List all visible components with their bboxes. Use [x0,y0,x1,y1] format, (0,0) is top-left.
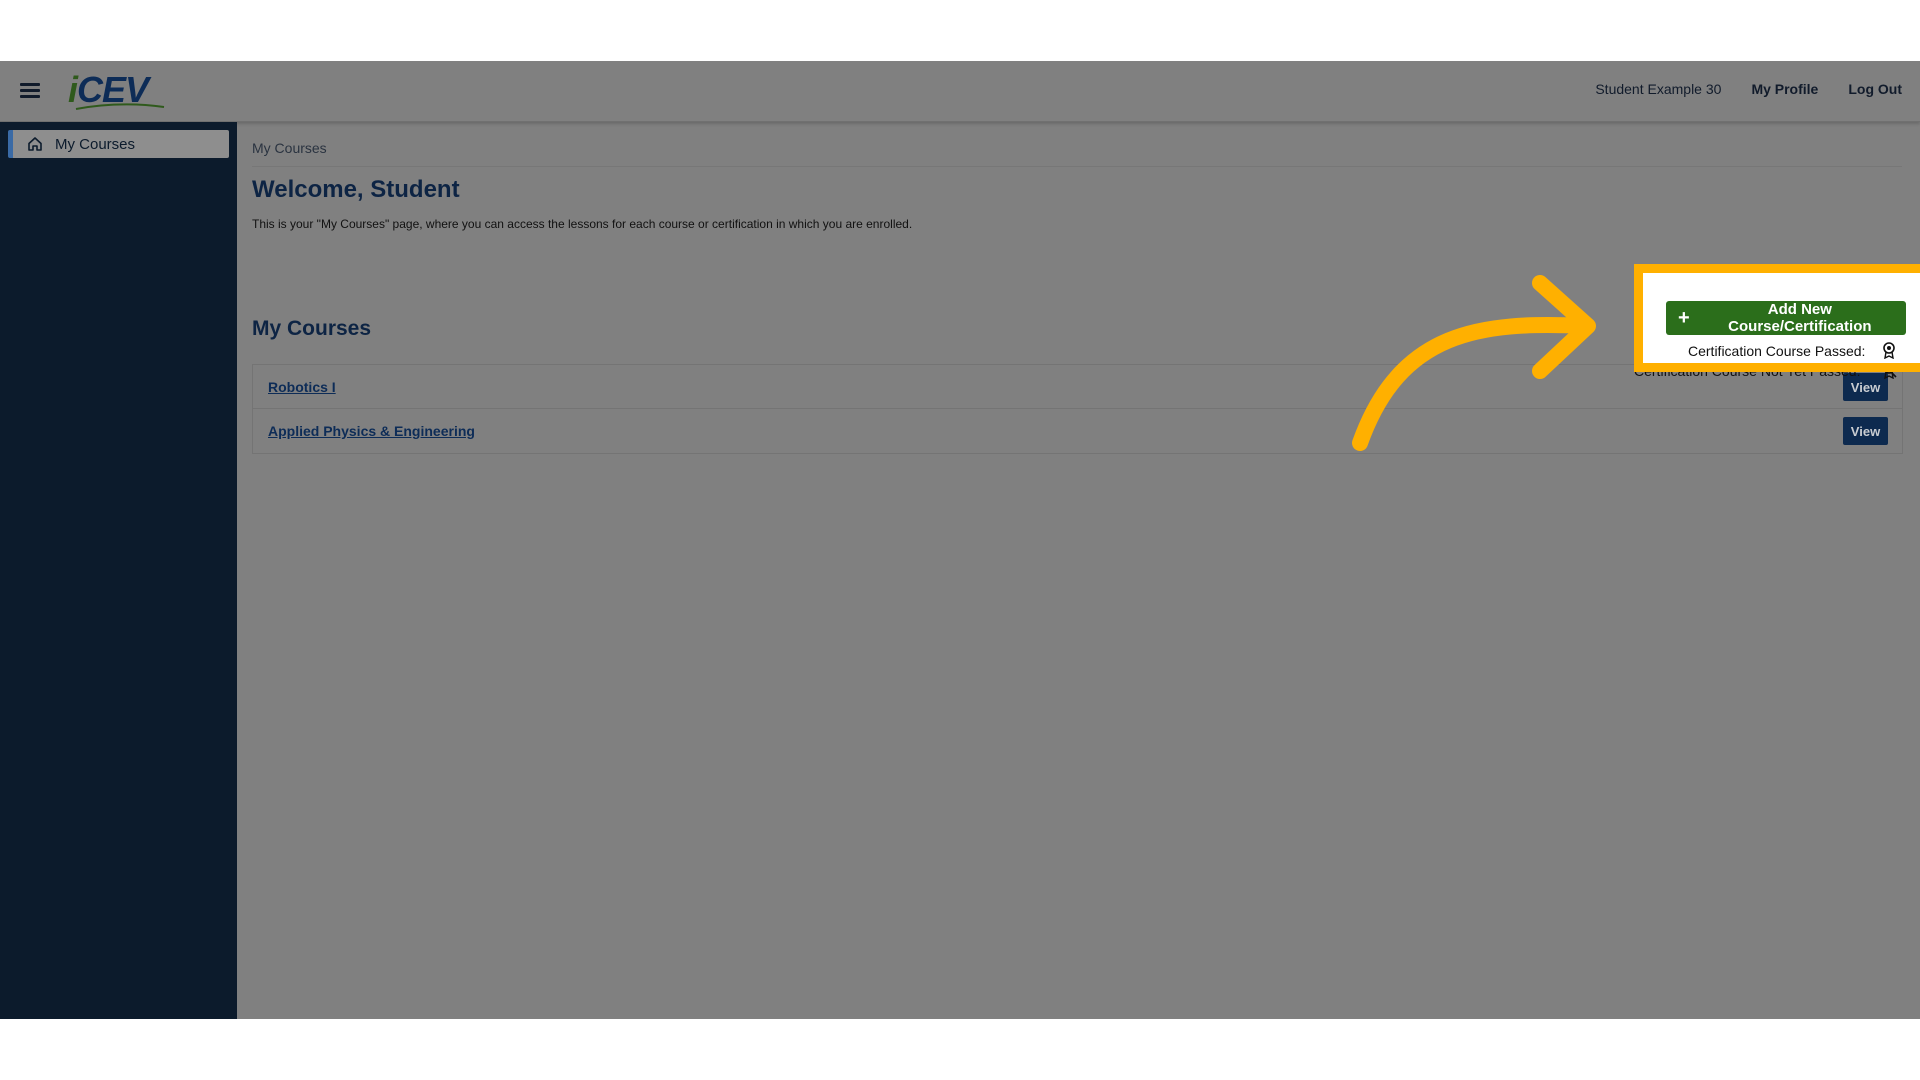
sidebar: My Courses [0,122,237,1019]
page-title: Welcome, Student [252,176,460,203]
main-content: My Courses Welcome, Student This is your… [237,122,1920,1019]
plus-icon: + [1678,307,1690,329]
section-title: My Courses [252,317,372,340]
app-frame: iCEV Student Example 30 My Profile Log O… [0,61,1920,1019]
course-link-applied-physics[interactable]: Applied Physics & Engineering [268,423,475,439]
view-button[interactable]: View [1843,417,1888,445]
sidebar-item-label: My Courses [55,135,136,153]
hamburger-menu-icon[interactable] [20,83,40,99]
legend-passed: Certification Course Passed: [1688,343,1866,359]
annotation-arrow-icon [1352,275,1596,451]
course-link-robotics[interactable]: Robotics I [268,379,336,395]
course-row: Applied Physics & Engineering View [253,409,1902,453]
breadcrumb: My Courses [252,140,327,156]
user-name: Student Example 30 [1595,81,1722,97]
my-profile-link[interactable]: My Profile [1751,81,1818,97]
log-out-link[interactable]: Log Out [1848,81,1902,97]
add-course-button[interactable]: + Add New Course/Certification [1666,301,1906,335]
sidebar-item-my-courses[interactable]: My Courses [8,130,229,158]
top-nav: Student Example 30 My Profile Log Out [1595,81,1902,97]
certificate-passed-icon [1883,342,1895,359]
top-bar: iCEV Student Example 30 My Profile Log O… [0,61,1920,122]
intro-text: This is your "My Courses" page, where yo… [252,217,913,231]
add-course-label: Add New Course/Certification [1728,301,1872,335]
breadcrumb-divider [252,166,1902,167]
logo-swoosh-icon [75,103,165,110]
home-icon [28,137,42,151]
